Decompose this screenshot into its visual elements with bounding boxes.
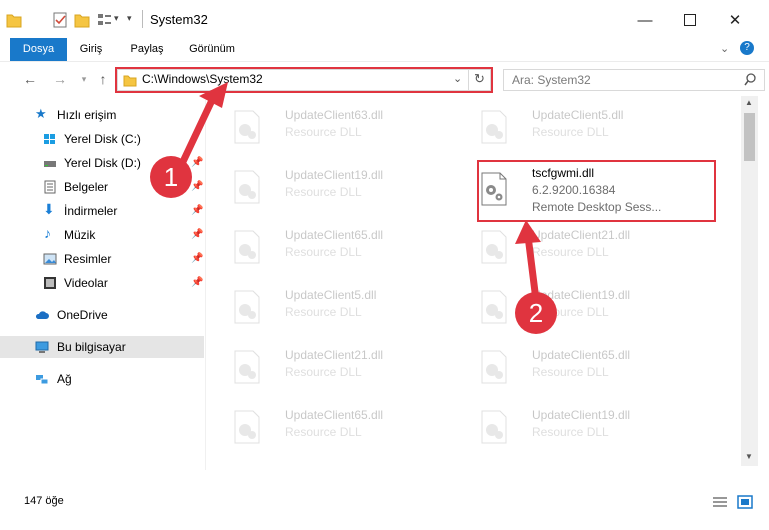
step-1-badge: 1 <box>150 156 192 198</box>
annotation-arrows <box>176 82 541 304</box>
step-2-badge: 2 <box>515 292 557 334</box>
